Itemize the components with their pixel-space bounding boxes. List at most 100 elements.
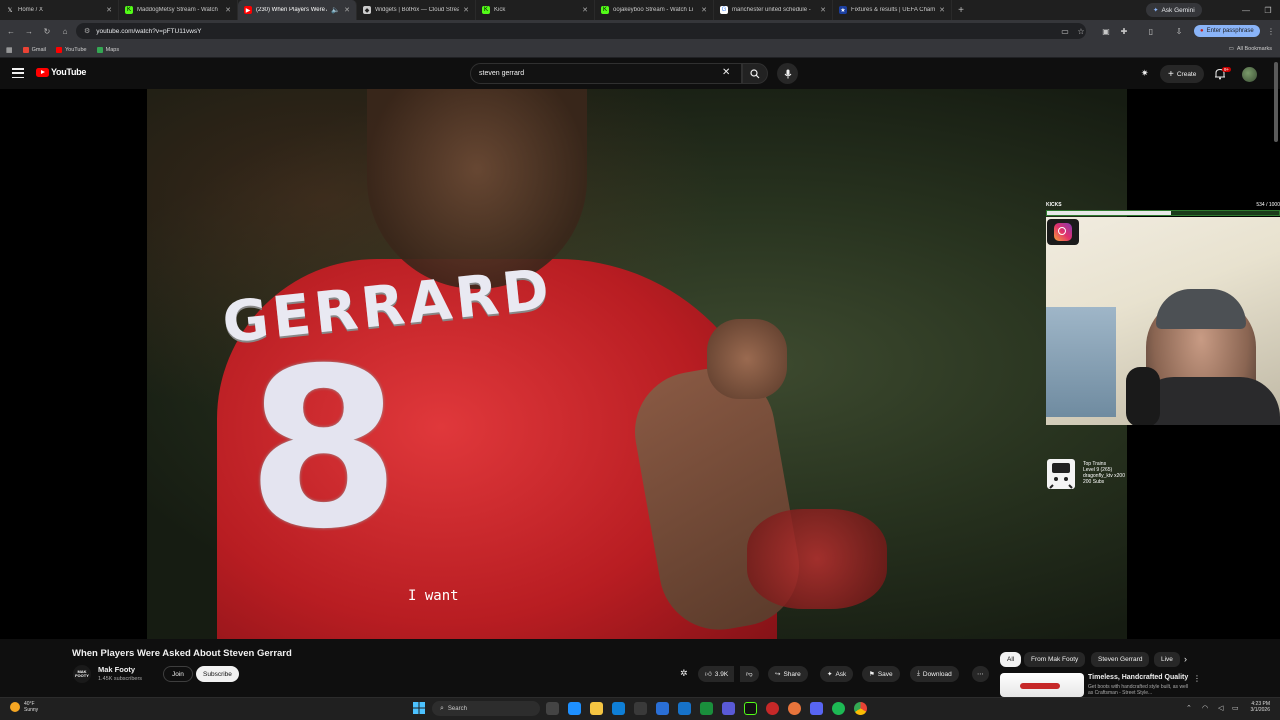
recommended-title[interactable]: Timeless, Handcrafted Quality bbox=[1088, 674, 1188, 681]
battery-icon[interactable]: ▭ bbox=[1232, 704, 1239, 712]
weather-widget[interactable]: 40°F Sunny bbox=[10, 701, 38, 713]
outlook-icon[interactable] bbox=[656, 702, 669, 715]
firefox-icon[interactable] bbox=[788, 702, 801, 715]
browser-tab[interactable]: K Kick ✕ bbox=[476, 0, 595, 20]
chevron-right-icon[interactable]: › bbox=[1184, 654, 1187, 664]
menu-kebab-icon[interactable]: ⋮ bbox=[1264, 24, 1278, 38]
edge-icon[interactable] bbox=[568, 702, 581, 715]
extension-icon[interactable]: ▣ bbox=[1099, 24, 1113, 38]
channel-name[interactable]: Mak Footy bbox=[98, 665, 135, 674]
page-scrollbar[interactable] bbox=[1274, 62, 1278, 692]
webcam-window bbox=[1046, 307, 1116, 417]
subscribe-button[interactable]: Subscribe bbox=[196, 666, 239, 682]
save-button[interactable]: ⚑ Save bbox=[862, 666, 900, 682]
recommended-more-icon[interactable]: ⋮ bbox=[1193, 674, 1201, 683]
close-tab-icon[interactable]: ✕ bbox=[582, 6, 588, 14]
chip-live[interactable]: Live bbox=[1154, 652, 1180, 667]
minimize-icon[interactable]: — bbox=[1234, 0, 1258, 20]
youtube-logo[interactable]: YouTube bbox=[36, 67, 86, 77]
apps-grid-icon[interactable]: ▦ bbox=[6, 46, 13, 54]
join-button[interactable]: Join bbox=[163, 666, 193, 682]
obs-icon[interactable] bbox=[766, 702, 779, 715]
close-tab-icon[interactable]: ✕ bbox=[463, 6, 469, 14]
browser-tab[interactable]: K MaddogMetsy Stream - Watch ✕ bbox=[119, 0, 238, 20]
scrollbar-thumb[interactable] bbox=[1274, 62, 1278, 142]
browser-tab[interactable]: Gmanchester united schedule - ✕ bbox=[714, 0, 833, 20]
close-tab-icon[interactable]: ✕ bbox=[820, 6, 826, 14]
bookmark-youtube[interactable]: YouTube bbox=[56, 46, 87, 53]
browser-tab-active[interactable]: ▶ (230) When Players Were A 🔈 ✕ bbox=[238, 0, 357, 20]
account-avatar[interactable] bbox=[1242, 67, 1257, 82]
bookmark-maps[interactable]: Maps bbox=[96, 46, 119, 53]
cast-icon[interactable]: ✷ bbox=[1141, 68, 1149, 79]
downloads-icon[interactable]: ⇩ bbox=[1172, 24, 1186, 38]
terminal-icon[interactable] bbox=[744, 702, 757, 715]
download-button[interactable]: ⤓ Download bbox=[910, 666, 959, 682]
recommended-thumbnail[interactable] bbox=[1000, 673, 1084, 697]
chip-from-channel[interactable]: From Mak Footy bbox=[1024, 652, 1086, 667]
word-icon[interactable] bbox=[678, 702, 691, 715]
address-bar[interactable]: ⚙ youtube.com/watch?v=pFTU11vwsY bbox=[76, 23, 1086, 39]
taskbar-clock[interactable]: 4:23 PM 3/1/2026 bbox=[1251, 701, 1270, 713]
search-icon: ⌕ bbox=[440, 704, 444, 712]
home-icon[interactable]: ⌂ bbox=[58, 24, 72, 38]
install-app-icon[interactable]: ▭ bbox=[1058, 24, 1072, 38]
browser-tab[interactable]: ◆ Widgets | BotRix — Cloud Strea ✕ bbox=[357, 0, 476, 20]
channel-avatar[interactable]: MAK FOOTY bbox=[73, 665, 91, 683]
teams-icon[interactable] bbox=[722, 702, 735, 715]
windows-start-icon[interactable] bbox=[413, 702, 425, 714]
store-icon[interactable] bbox=[634, 702, 647, 715]
ask-gemini-button[interactable]: ✦ Ask Gemini bbox=[1146, 3, 1202, 17]
mute-tab-icon[interactable]: 🔈 bbox=[331, 6, 340, 14]
close-tab-icon[interactable]: ✕ bbox=[106, 6, 112, 14]
close-tab-icon[interactable]: ✕ bbox=[939, 6, 945, 14]
close-tab-icon[interactable]: ✕ bbox=[344, 6, 350, 14]
tray-overflow-icon[interactable]: ⌃ bbox=[1186, 704, 1192, 712]
create-button[interactable]: + Create bbox=[1160, 65, 1205, 83]
folder-icon: ▭ bbox=[1228, 46, 1234, 52]
recommended-subtitle: Get boots with handcrafted style built, … bbox=[1088, 684, 1189, 696]
sparkle-icon[interactable]: ✲ bbox=[680, 668, 688, 679]
spotify-icon[interactable] bbox=[832, 702, 845, 715]
bookmark-star-icon[interactable]: ☆ bbox=[1074, 24, 1088, 38]
back-icon[interactable]: ← bbox=[4, 24, 18, 38]
more-actions-button[interactable]: ⋯ bbox=[972, 666, 989, 682]
voice-search-button[interactable] bbox=[777, 63, 798, 84]
all-bookmarks-button[interactable]: ▭ All Bookmarks bbox=[1229, 46, 1272, 52]
speaker-icon[interactable]: ◁ bbox=[1218, 704, 1223, 712]
chrome-icon[interactable] bbox=[854, 702, 867, 715]
ask-button[interactable]: ✦ Ask bbox=[820, 666, 854, 682]
bookmark-gmail[interactable]: Gmail bbox=[22, 46, 46, 53]
search-input[interactable]: steven gerrard bbox=[470, 63, 742, 84]
browser-tab[interactable]: Koojakeyboo Stream - Watch Li ✕ bbox=[595, 0, 714, 20]
maximize-icon[interactable]: ❐ bbox=[1256, 0, 1280, 20]
site-info-icon[interactable]: ⚙ bbox=[84, 27, 90, 35]
chip-all[interactable]: All bbox=[1000, 652, 1022, 667]
dislike-button[interactable]: 👎︎ bbox=[740, 666, 759, 682]
chip-steven-gerrard[interactable]: Steven Gerrard bbox=[1091, 652, 1150, 667]
task-view-icon[interactable] bbox=[546, 702, 559, 715]
like-button[interactable]: 👍︎ 3.9K bbox=[698, 666, 735, 682]
edge-browser-icon[interactable] bbox=[612, 702, 625, 715]
sun-icon bbox=[10, 702, 20, 712]
clear-search-icon[interactable]: ✕ bbox=[722, 67, 730, 78]
side-panel-icon[interactable]: ▯ bbox=[1144, 24, 1158, 38]
file-explorer-icon[interactable] bbox=[590, 702, 603, 715]
maps-icon bbox=[96, 46, 103, 53]
taskbar-search[interactable]: ⌕ Search bbox=[432, 701, 540, 716]
browser-tab[interactable]: ★ Fixtures & results | UEFA Champ ✕ bbox=[833, 0, 952, 20]
reload-icon[interactable]: ↻ bbox=[40, 24, 54, 38]
menu-hamburger-icon[interactable] bbox=[12, 68, 24, 78]
xbox-icon[interactable] bbox=[700, 702, 713, 715]
search-button[interactable] bbox=[742, 63, 768, 84]
wifi-icon[interactable]: ◠ bbox=[1202, 704, 1208, 712]
enter-passphrase-button[interactable]: ● Enter passphrase bbox=[1194, 25, 1260, 37]
discord-icon[interactable] bbox=[810, 702, 823, 715]
new-tab-button[interactable]: + bbox=[952, 5, 970, 16]
forward-icon[interactable]: → bbox=[22, 24, 36, 38]
close-tab-icon[interactable]: ✕ bbox=[701, 6, 707, 14]
close-tab-icon[interactable]: ✕ bbox=[225, 6, 231, 14]
share-button[interactable]: ↪ Share bbox=[768, 666, 808, 682]
browser-tab[interactable]: 𝕏 Home / X ✕ bbox=[0, 0, 119, 20]
puzzle-icon[interactable]: ✚ bbox=[1117, 24, 1131, 38]
